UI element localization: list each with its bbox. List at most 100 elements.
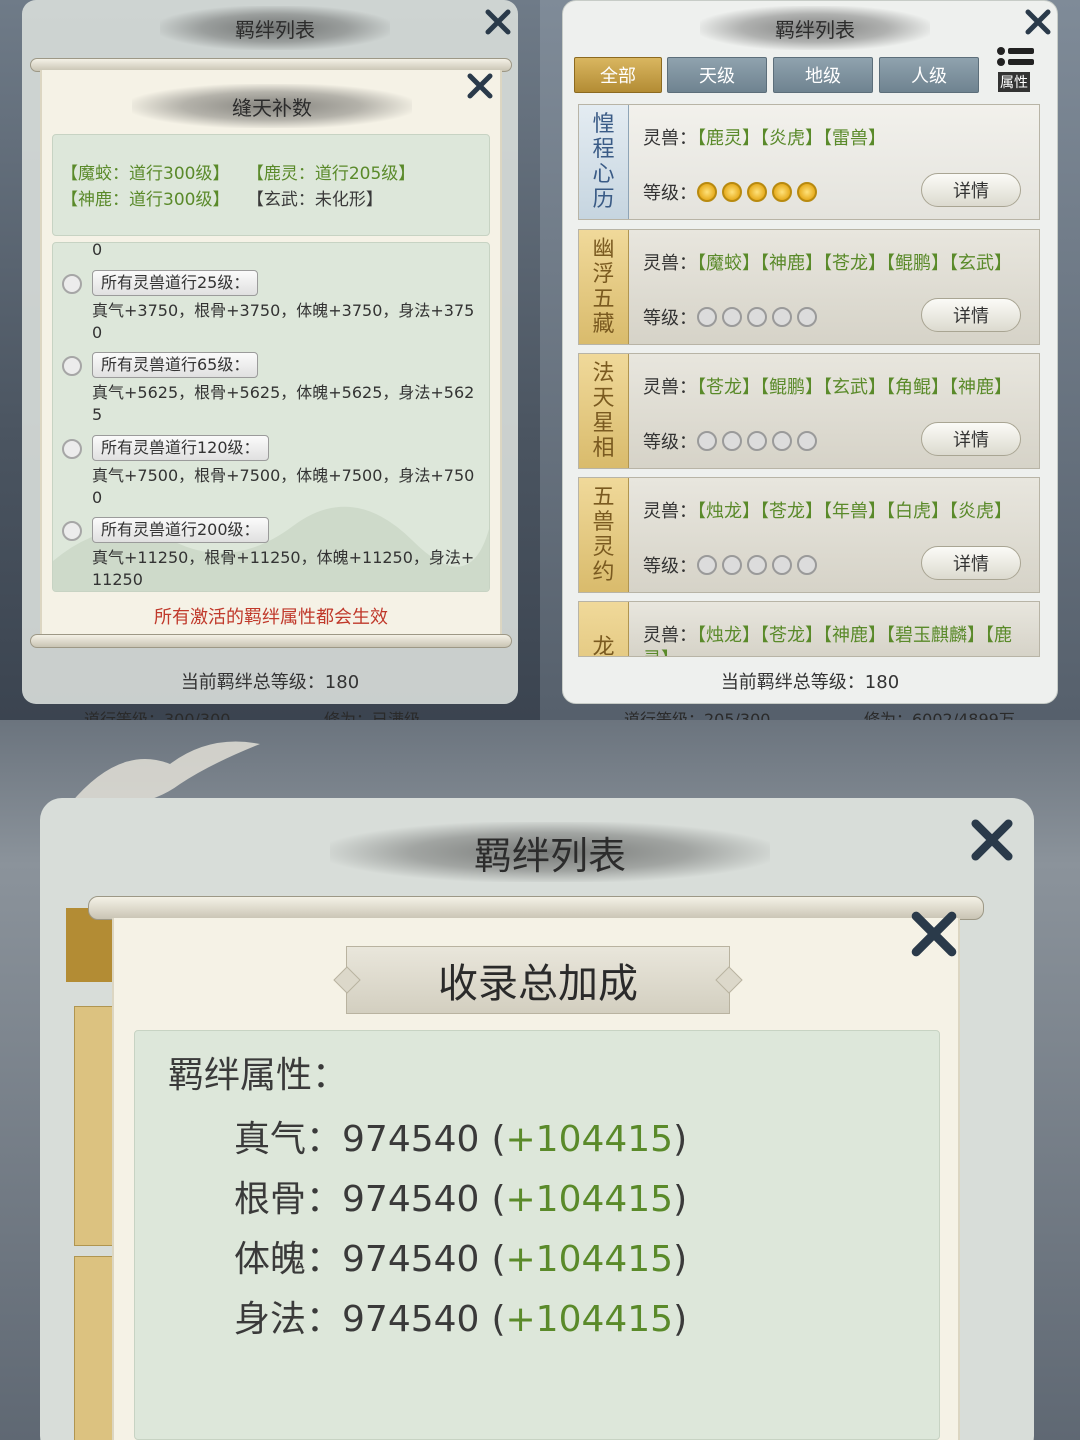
window-close-icon[interactable] bbox=[966, 814, 1018, 866]
beast-list: 【烛龙】【苍龙】【年兽】【白虎】【炎虎】 bbox=[697, 501, 1012, 522]
scroll-bottom-rod bbox=[30, 634, 512, 648]
bond-card[interactable]: 法 天 星 相 灵兽：【苍龙】【鲲鹏】【玄武】【角鲲】【神鹿】 等级： 详情 bbox=[578, 353, 1040, 469]
under-text-left: 道行等级：300/300 bbox=[84, 710, 231, 720]
bond-name: 幽 浮 五 藏 bbox=[579, 230, 629, 344]
open-paren: ( bbox=[491, 1179, 506, 1220]
stat-name: 身法： bbox=[234, 1299, 343, 1340]
bond-name-char: 程 bbox=[592, 137, 615, 162]
detail-button[interactable]: 详情 bbox=[921, 422, 1021, 456]
bond-level: 等级： bbox=[643, 179, 822, 205]
bond-level: 等级： bbox=[643, 304, 822, 330]
bond-name-char: 灵 bbox=[592, 535, 615, 560]
popup-title-text: 缝天补数 bbox=[232, 95, 312, 120]
requirement-item: 【魔蛟：道行300级】 bbox=[61, 164, 230, 184]
level-empty-icon bbox=[747, 555, 767, 575]
requirement-item: 【神鹿：道行300级】 bbox=[61, 190, 230, 210]
option-label: 所有灵兽道行25级： bbox=[92, 270, 259, 296]
open-paren: ( bbox=[491, 1119, 506, 1160]
bonus-option[interactable]: 所有灵兽道行65级： 真气+5625，根骨+5625，体魄+5625，身法+56… bbox=[62, 352, 482, 426]
bond-name-char: 法 bbox=[592, 361, 615, 386]
section-label: 羁绊属性： bbox=[168, 1055, 349, 1096]
beast-label: 灵兽： bbox=[643, 253, 697, 274]
popup-close-icon[interactable] bbox=[462, 68, 498, 104]
level-star-icon bbox=[722, 182, 742, 202]
bond-level: 等级： bbox=[643, 428, 822, 454]
bond-beasts: 灵兽：【烛龙】【苍龙】【神鹿】【碧玉麒麟】【鹿灵】 bbox=[643, 624, 1023, 656]
tab-human[interactable]: 人级 bbox=[879, 57, 979, 93]
bond-name: 惶 程 心 历 bbox=[579, 105, 629, 219]
level-label: 等级： bbox=[643, 308, 697, 329]
close-paren: ) bbox=[673, 1179, 688, 1220]
radio-icon[interactable] bbox=[62, 356, 82, 376]
leading-text: 0 bbox=[92, 240, 103, 259]
bond-card[interactable]: 龙 鹿 灵兽：【烛龙】【苍龙】【神鹿】【碧玉麒麟】【鹿灵】 bbox=[578, 601, 1040, 657]
close-paren: ) bbox=[673, 1119, 688, 1160]
detail-label: 详情 bbox=[953, 306, 989, 327]
option-desc: 真气+7500，根骨+7500，体魄+7500，身法+7500 bbox=[92, 466, 475, 507]
level-empty-icon bbox=[772, 307, 792, 327]
level-empty-icon bbox=[797, 555, 817, 575]
detail-label: 详情 bbox=[953, 181, 989, 202]
tab-label: 全部 bbox=[600, 66, 636, 87]
radio-icon[interactable] bbox=[62, 521, 82, 541]
tab-all[interactable]: 全部 bbox=[574, 57, 662, 93]
detail-button[interactable]: 详情 bbox=[921, 298, 1021, 332]
bond-level: 等级： bbox=[643, 552, 822, 578]
bond-card[interactable]: 幽 浮 五 藏 灵兽：【魔蛟】【神鹿】【苍龙】【鲲鹏】【玄武】 等级： 详情 bbox=[578, 229, 1040, 345]
tab-label: 天级 bbox=[699, 66, 735, 87]
bonus-option[interactable]: 所有灵兽道行25级： 真气+3750，根骨+3750，体魄+3750，身法+37… bbox=[62, 270, 482, 344]
level-star-icon bbox=[772, 182, 792, 202]
beast-label: 灵兽： bbox=[643, 625, 697, 646]
requirements-row: 【神鹿：道行300级】 【玄武：未化形】 bbox=[61, 187, 383, 213]
level-label: 等级： bbox=[643, 556, 697, 577]
bond-name-char: 藏 bbox=[592, 312, 615, 337]
note-text: 所有激活的羁绊属性都会生效 bbox=[154, 607, 388, 628]
attribute-button-label: 属性 bbox=[998, 72, 1030, 92]
level-empty-icon bbox=[697, 307, 717, 327]
bond-card[interactable]: 五 兽 灵 约 灵兽：【烛龙】【苍龙】【年兽】【白虎】【炎虎】 等级： 详情 bbox=[578, 477, 1040, 593]
stat-bonus: +104415 bbox=[505, 1119, 674, 1160]
open-paren: ( bbox=[491, 1239, 506, 1280]
stat-bonus: +104415 bbox=[505, 1179, 674, 1220]
level-star-icon bbox=[797, 182, 817, 202]
detail-button[interactable]: 详情 bbox=[921, 173, 1021, 207]
level-empty-icon bbox=[772, 555, 792, 575]
popup-close-icon[interactable] bbox=[906, 906, 962, 962]
popup-title: 缝天补数 bbox=[132, 84, 412, 128]
window-close-icon[interactable] bbox=[480, 4, 516, 40]
window-title: 羁绊列表 bbox=[700, 6, 930, 50]
requirement-item: 【玄武：未化形】 bbox=[246, 190, 383, 210]
stat-value: 974540 bbox=[342, 1119, 480, 1160]
radio-icon[interactable] bbox=[62, 274, 82, 294]
option-desc: 真气+11250，根骨+11250，体魄+11250，身法+11250 bbox=[92, 548, 475, 589]
bonus-option[interactable]: 所有灵兽道行200级： 真气+11250，根骨+11250，体魄+11250，身… bbox=[62, 517, 482, 591]
bond-name: 五 兽 灵 约 bbox=[579, 478, 629, 592]
level-empty-icon bbox=[722, 431, 742, 451]
under-text-right: 修为：已满级 bbox=[324, 710, 421, 720]
popup-title-text: 收录总加成 bbox=[438, 961, 638, 1007]
option-desc: 真气+5625，根骨+5625，体魄+5625，身法+5625 bbox=[92, 383, 475, 424]
beast-list: 【魔蛟】【神鹿】【苍龙】【鲲鹏】【玄武】 bbox=[697, 253, 1012, 274]
tab-earth[interactable]: 地级 bbox=[773, 57, 873, 93]
level-star-icon bbox=[747, 182, 767, 202]
stat-bonus: +104415 bbox=[505, 1299, 674, 1340]
bond-name-char: 惶 bbox=[592, 112, 615, 137]
window-close-icon[interactable] bbox=[1020, 4, 1056, 40]
bond-name-char: 浮 bbox=[592, 262, 615, 287]
attribute-button[interactable]: 属性 bbox=[994, 46, 1038, 92]
bond-name-char: 星 bbox=[592, 411, 615, 436]
bond-name-char: 历 bbox=[592, 187, 615, 212]
bond-name-char: 约 bbox=[592, 560, 615, 585]
bond-name-char: 心 bbox=[592, 162, 615, 187]
detail-button[interactable]: 详情 bbox=[921, 546, 1021, 580]
tab-heaven[interactable]: 天级 bbox=[667, 57, 767, 93]
requirements-row: 【魔蛟：道行300级】 【鹿灵：道行205级】 bbox=[61, 161, 415, 187]
stat-value: 974540 bbox=[342, 1179, 480, 1220]
requirement-item: 【鹿灵：道行205级】 bbox=[246, 164, 416, 184]
diamond-left-icon bbox=[333, 966, 361, 994]
bonus-option[interactable]: 所有灵兽道行120级： 真气+7500，根骨+7500，体魄+7500，身法+7… bbox=[62, 435, 482, 509]
radio-icon[interactable] bbox=[62, 439, 82, 459]
bond-card[interactable]: 惶 程 心 历 灵兽：【鹿灵】【炎虎】【雷兽】 等级： 详情 bbox=[578, 104, 1040, 220]
level-empty-icon bbox=[722, 307, 742, 327]
total-level-text: 当前羁绊总等级：180 bbox=[720, 672, 900, 693]
